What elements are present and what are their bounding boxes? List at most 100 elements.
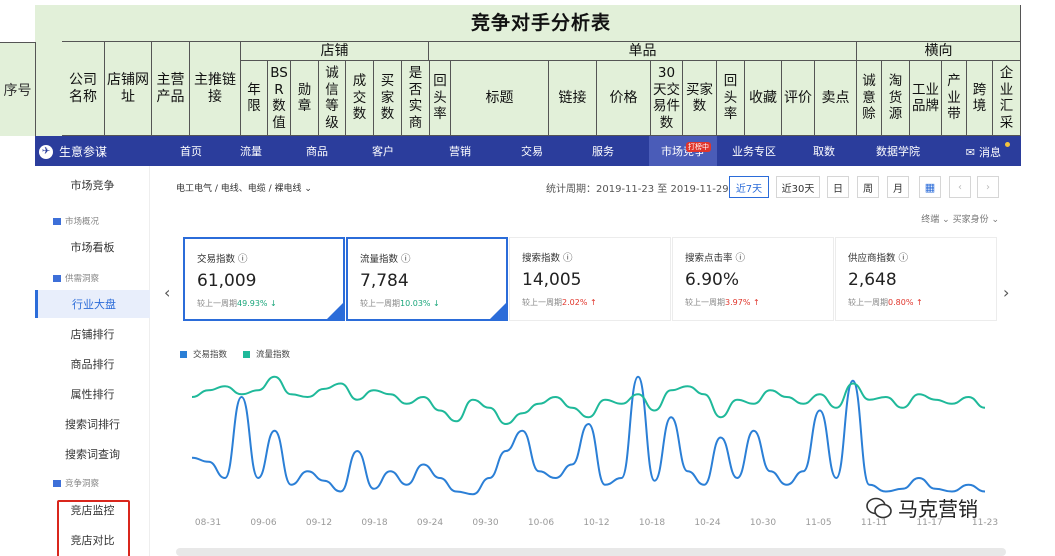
info-icon: ⓘ	[732, 253, 746, 264]
col-seq: 序号	[0, 42, 36, 136]
calendar-button[interactable]: ▦	[919, 176, 941, 198]
period-button[interactable]: 日	[827, 176, 849, 198]
section-label: 供需洞察	[65, 274, 100, 284]
x-tick-label: 09-30	[472, 518, 498, 528]
x-tick-label: 10-18	[639, 518, 665, 528]
nav-item-2[interactable]: 商品	[298, 136, 336, 166]
nav-item-8[interactable]: 业务专区	[725, 136, 783, 166]
group-horizontal: 横向	[857, 42, 1021, 61]
metric-value: 2,648	[848, 270, 897, 290]
sidebar-item[interactable]: 行业大盘	[35, 290, 150, 318]
terminal-selector[interactable]: 终端	[921, 215, 939, 225]
sidebar-item[interactable]: 搜索词查询	[35, 440, 150, 468]
nav-item-5[interactable]: 交易	[514, 136, 550, 166]
col-item-3: 30天交易件数	[651, 61, 683, 136]
metric-value: 6.90%	[685, 270, 740, 290]
series-line-0	[191, 375, 986, 496]
compare-label: 较上一周期	[685, 298, 725, 307]
col-item-0: 标题	[451, 61, 549, 136]
category-selector[interactable]: 电工电气 / 电线、电缆 / 裸电线 ⌄	[176, 181, 312, 194]
col-shop-4: 成交数	[346, 61, 374, 136]
prev-period-button[interactable]: ‹	[949, 176, 971, 198]
metric-card[interactable]: 搜索指数 ⓘ 14,005 较上一周期2.02% ↑	[509, 237, 671, 321]
x-tick-label: 09-06	[250, 518, 276, 528]
compare-label: 较上一周期	[848, 298, 888, 307]
legend-swatch	[243, 351, 251, 358]
x-tick-label: 11-05	[805, 518, 831, 528]
chart-scrollbar[interactable]	[176, 548, 1006, 556]
compare-label: 较上一周期	[522, 298, 562, 307]
analysis-table-header: 竞争对手分析表 公司名称 店铺网址 主营产品 主推链接 店铺 单品 横向 年限 BSR数值 勋章 诚信…	[35, 5, 1021, 136]
nav-item-10[interactable]: 数据学院	[866, 136, 930, 166]
chevron-right-icon: ›	[986, 181, 990, 193]
col-shop-6: 是否实商	[402, 61, 430, 136]
col-shop-1: BSR数值	[268, 61, 291, 136]
x-tick-label: 08-31	[195, 518, 221, 528]
section-label: 市场概况	[65, 217, 100, 227]
metric-card[interactable]: 供应商指数 ⓘ 2,648 较上一周期0.80% ↑	[835, 237, 997, 321]
sidebar-item[interactable]: 市场竞争	[35, 171, 150, 199]
chart-legend: 交易指数 流量指数	[180, 348, 290, 360]
metric-card[interactable]: 交易指数 ⓘ 61,009 较上一周期49.93% ↓	[183, 237, 345, 321]
legend-label: 交易指数	[193, 350, 228, 360]
period-button[interactable]: 周	[857, 176, 879, 198]
col-horizontal-4: 跨境	[967, 61, 993, 136]
nav-item-4[interactable]: 营销	[441, 136, 479, 166]
cards-next-arrow[interactable]: ›	[1003, 283, 1009, 302]
nav-item-label: 交易	[521, 145, 543, 158]
period-button[interactable]: 近7天	[729, 176, 769, 198]
sidebar-item[interactable]: 商品排行	[35, 350, 150, 378]
nav-item-0[interactable]: 首页	[172, 136, 210, 166]
x-tick-label: 09-18	[361, 518, 387, 528]
sidebar-section: 市场概况	[53, 215, 99, 227]
metric-value: 61,009	[197, 271, 257, 291]
col-shop-5: 买家数	[374, 61, 402, 136]
legend-label: 流量指数	[256, 350, 291, 360]
calendar-icon: ▦	[924, 180, 936, 194]
info-icon: ⓘ	[398, 254, 411, 265]
nav-item-9[interactable]: 取数	[806, 136, 842, 166]
metric-card[interactable]: 搜索点击率 ⓘ 6.90% 较上一周期3.97% ↑	[672, 237, 834, 321]
sidebar-item[interactable]: 市场看板	[35, 233, 150, 261]
brand[interactable]: ✈ 生意参谋	[39, 143, 107, 160]
nav-item-1[interactable]: 流量	[233, 136, 269, 166]
col-horizontal-3: 产业带	[942, 61, 967, 136]
col-shop-2: 勋章	[291, 61, 319, 136]
notification-dot	[1005, 142, 1010, 147]
nav-item-3[interactable]: 客户	[365, 136, 401, 166]
selected-check-icon	[327, 303, 343, 319]
sidebar-item[interactable]: 属性排行	[35, 380, 150, 408]
metric-compare: 较上一周期10.03% ↓	[360, 298, 494, 309]
message-link[interactable]: ✉ 消息	[966, 144, 1001, 160]
col-shop-0: 年限	[241, 61, 268, 136]
x-tick-label: 10-24	[694, 518, 720, 528]
info-icon: ⓘ	[235, 254, 248, 265]
metric-value: 7,784	[360, 271, 409, 291]
selected-check-icon	[490, 303, 506, 319]
cards-prev-arrow[interactable]: ‹	[164, 283, 170, 302]
nav-item-label: 营销	[449, 145, 471, 158]
sidebar-item[interactable]: 店铺排行	[35, 320, 150, 348]
group-item: 单品	[429, 42, 857, 61]
category-label: 电工电气 / 电线、电缆 / 裸电线	[176, 184, 302, 194]
next-period-button[interactable]: ›	[977, 176, 999, 198]
buyer-identity-selector[interactable]: 买家身份	[953, 215, 989, 225]
legend-item[interactable]: 交易指数	[180, 348, 227, 360]
group-shop: 店铺	[241, 42, 429, 61]
nav-item-7[interactable]: 市场竞争 打榜中	[649, 136, 717, 166]
message-label: 消息	[979, 146, 1001, 159]
nav-item-label: 市场竞争 打榜中	[661, 142, 711, 158]
metric-card[interactable]: 流量指数 ⓘ 7,784 较上一周期10.03% ↓	[346, 237, 508, 321]
sidebar-item[interactable]: 搜索词排行	[35, 410, 150, 438]
nav-item-label: 服务	[592, 145, 614, 158]
period-button[interactable]: 近30天	[776, 176, 820, 198]
x-tick-label: 10-12	[583, 518, 609, 528]
compass-icon: ✈	[39, 144, 53, 159]
col-company: 公司名称	[62, 42, 105, 136]
info-icon: ⓘ	[560, 253, 573, 264]
nav-item-label: 业务专区	[732, 145, 776, 158]
compare-label: 较上一周期	[360, 299, 400, 308]
legend-item[interactable]: 流量指数	[243, 348, 290, 360]
period-button[interactable]: 月	[887, 176, 909, 198]
nav-item-6[interactable]: 服务	[585, 136, 621, 166]
